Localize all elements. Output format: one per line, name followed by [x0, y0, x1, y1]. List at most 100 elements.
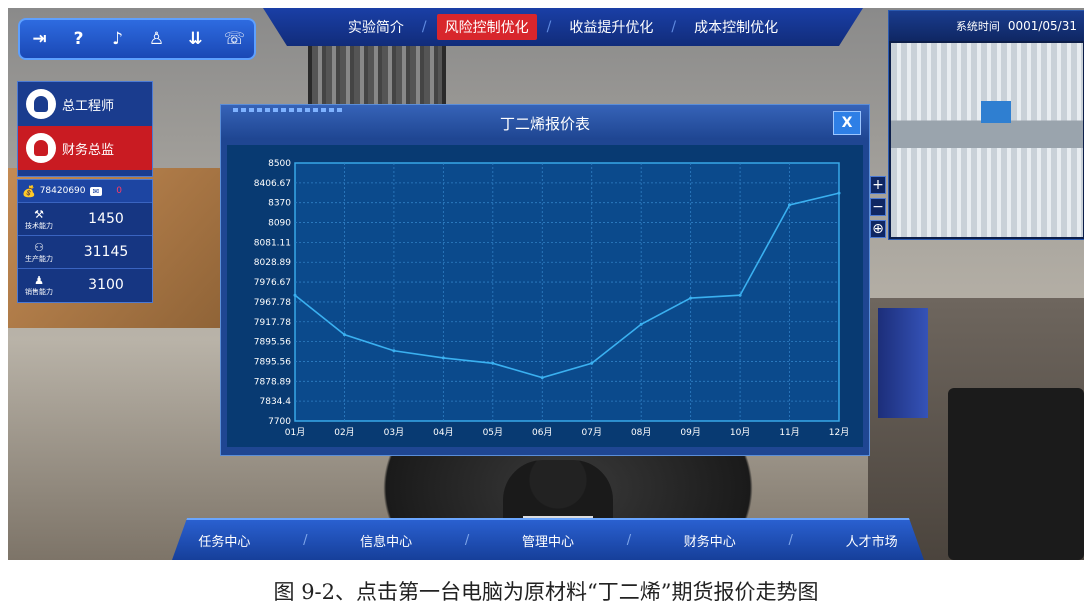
zoom-in-button[interactable]: +: [870, 176, 886, 194]
chart-area: 8500 8406.67 8370 8090 8081.11 8028.89 7976.67…: [227, 145, 863, 447]
salesperson-icon: ♟: [34, 273, 44, 287]
y-tick-label: 8028.89: [254, 258, 291, 268]
nav-separator: /: [464, 532, 470, 548]
recenter-button[interactable]: ⊕: [870, 220, 886, 238]
plot-area: [294, 162, 840, 422]
phone-icon[interactable]: ☏: [222, 29, 248, 49]
nav-separator: /: [671, 19, 677, 35]
nav-separator: /: [421, 19, 427, 35]
stat-label: 销售能力: [25, 287, 53, 296]
monitor-background: [948, 388, 1084, 560]
y-tick-label: 8500: [268, 159, 291, 169]
x-tick-label: 07月: [582, 427, 602, 438]
tools-icon: ⚒: [34, 207, 44, 221]
nav-separator: /: [546, 19, 552, 35]
stat-row-production: ⚇ 生产能力 31145: [18, 235, 152, 268]
nav-separator: /: [303, 532, 308, 548]
stat-value: 3100: [88, 277, 124, 293]
y-tick-label: 7895.56: [254, 338, 291, 348]
y-tick-label: 7700: [268, 417, 291, 427]
user-icon[interactable]: ♙: [144, 29, 170, 49]
y-tick-label: 7917.78: [254, 318, 291, 328]
minimap-map[interactable]: [891, 43, 1083, 237]
money-bag-icon: 💰: [22, 184, 36, 198]
game-scene: ⇥ ? ♪ ♙ ⇊ ☏ 实验简介 / 风险控制优化 / 收益提升优化 / 成本控…: [8, 8, 1084, 560]
price-chart-window: 丁二烯报价表 X 8500 8406.67 8370 8090 8081.11 8028.…: [220, 104, 870, 456]
minimap-controls: + − ⊕: [870, 176, 886, 238]
stat-row-tech: ⚒ 技术能力 1450: [18, 202, 152, 235]
data-point: [293, 293, 297, 297]
nav-talent-market[interactable]: 人才市场: [846, 531, 898, 550]
x-tick-label: 11月: [779, 427, 799, 438]
minimap[interactable]: 系统时间 0001/05/31: [888, 10, 1084, 240]
tab-experiment-intro[interactable]: 实验简介: [340, 14, 412, 40]
tab-revenue-optimization[interactable]: 收益提升优化: [561, 14, 661, 40]
nav-separator: /: [788, 532, 793, 548]
nav-task-center[interactable]: 任务中心: [198, 531, 250, 550]
team-icon: ⚇: [34, 240, 44, 254]
data-point: [540, 376, 544, 380]
y-tick-label: 7967.78: [254, 298, 291, 308]
data-point: [689, 296, 693, 300]
data-point: [738, 293, 742, 297]
nav-management-center[interactable]: 管理中心: [522, 531, 574, 550]
x-tick-label: 08月: [631, 427, 651, 438]
minimap-building: [981, 101, 1011, 123]
data-point: [342, 333, 346, 337]
data-point: [837, 191, 841, 195]
data-point: [788, 203, 792, 207]
y-tick-label: 7878.89: [254, 377, 291, 387]
system-time-label: 系统时间: [955, 20, 1000, 33]
download-icon[interactable]: ⇊: [183, 29, 209, 49]
x-tick-label: 05月: [483, 427, 503, 438]
data-point: [441, 356, 445, 360]
x-tick-label: 10月: [730, 427, 750, 438]
close-button[interactable]: X: [833, 111, 861, 135]
window-header: 丁二烯报价表 X: [221, 105, 869, 139]
binder-background: [878, 308, 928, 418]
y-tick-label: 8370: [268, 199, 291, 209]
stat-label: 生产能力: [25, 254, 53, 263]
nav-separator: /: [626, 532, 632, 548]
data-point: [392, 349, 396, 353]
x-tick-label: 03月: [384, 427, 404, 438]
exit-icon[interactable]: ⇥: [27, 29, 53, 49]
money-value: 78420690: [39, 186, 86, 196]
figure-caption: 图 9-2、点击第一台电脑为原材料“丁二烯”期货报价走势图: [273, 580, 819, 604]
y-tick-label: 8090: [268, 219, 291, 229]
avatar-icon: [26, 89, 56, 119]
stat-value: 31145: [83, 244, 129, 260]
avatar-icon: [26, 133, 56, 163]
x-tick-label: 12月: [829, 427, 849, 438]
music-icon[interactable]: ♪: [105, 29, 131, 49]
role-label: 财务总监: [62, 142, 115, 158]
stat-row-sales: ♟ 销售能力 3100: [18, 268, 152, 301]
message-count-badge: 0: [116, 186, 122, 196]
data-point: [491, 361, 495, 365]
x-tick-label: 02月: [334, 427, 354, 438]
window-title: 丁二烯报价表: [499, 115, 590, 133]
tab-risk-control[interactable]: 风险控制优化: [436, 14, 537, 40]
minimap-header: 系统时间 0001/05/31: [889, 11, 1084, 41]
nav-info-center[interactable]: 信息中心: [360, 531, 412, 550]
message-icon[interactable]: ✉: [89, 186, 103, 196]
y-tick-label: 7895.56: [254, 357, 291, 367]
nav-finance-center[interactable]: 财务中心: [684, 531, 736, 550]
stat-label: 技术能力: [25, 221, 53, 230]
header-decoration: [233, 108, 343, 112]
role-panel: 总工程师 财务总监: [17, 81, 153, 177]
x-tick-label: 06月: [532, 427, 552, 438]
role-chief-engineer[interactable]: 总工程师: [18, 82, 152, 126]
data-point: [590, 361, 594, 365]
help-icon[interactable]: ?: [66, 29, 92, 49]
role-cfo[interactable]: 财务总监: [18, 126, 152, 170]
x-tick-label: 09月: [680, 427, 700, 438]
role-label: 总工程师: [62, 98, 115, 114]
zoom-out-button[interactable]: −: [870, 198, 886, 216]
x-tick-label: 04月: [433, 427, 453, 438]
y-tick-label: 7834.4: [260, 397, 292, 407]
y-tick-label: 8406.67: [254, 179, 291, 189]
tab-cost-control[interactable]: 成本控制优化: [686, 14, 786, 40]
data-point: [639, 322, 643, 326]
price-line-chart: 8500 8406.67 8370 8090 8081.11 8028.89 7976.67…: [254, 159, 849, 438]
